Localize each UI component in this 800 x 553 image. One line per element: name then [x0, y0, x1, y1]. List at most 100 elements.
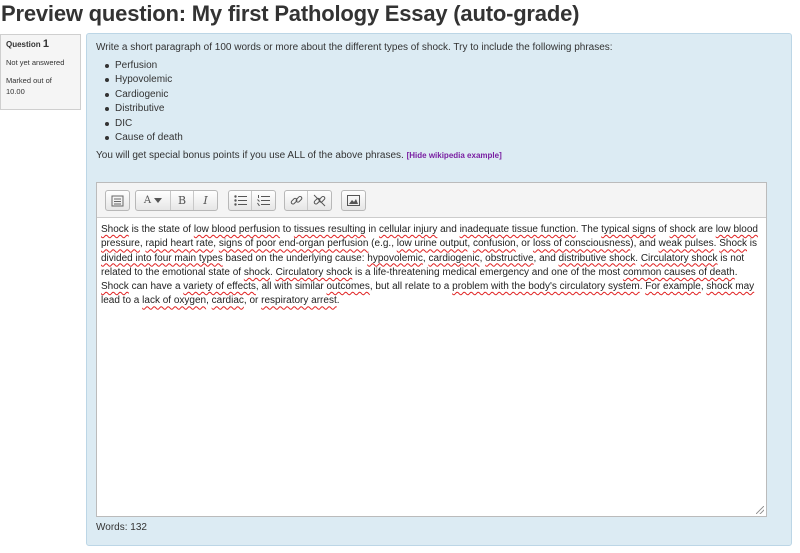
- question-label: Question: [6, 40, 41, 49]
- spellcheck-word: shock: [243, 266, 270, 278]
- phrase-item: Hypovolemic: [105, 73, 783, 87]
- bonus-note: You will get special bonus points if you…: [96, 149, 783, 163]
- image-button[interactable]: [342, 191, 365, 210]
- phrase-item: Cause of death: [105, 131, 783, 145]
- answer-text-area[interactable]: Shock is the state of low blood perfusio…: [97, 218, 766, 314]
- spellcheck-word: weak pulses: [658, 238, 714, 250]
- toolbar-group-toggle: [105, 190, 130, 211]
- spellcheck-word: rapid heart rate: [145, 238, 214, 250]
- resize-handle[interactable]: [756, 506, 764, 514]
- spellcheck-word: problem with the body's circulatory syst…: [452, 281, 640, 293]
- toolbar-group-media: [341, 190, 366, 211]
- answer-text: of: [655, 224, 670, 235]
- spellcheck-word: tissues resulting: [293, 224, 366, 235]
- spellcheck-word: cardiac: [211, 295, 244, 307]
- answer-text: to: [280, 224, 294, 235]
- phrase-item: Distributive: [105, 102, 783, 116]
- answer-text: in: [365, 224, 379, 235]
- spellcheck-word: cardiogenic: [428, 252, 480, 264]
- spellcheck-word: inadequate tissue function: [459, 224, 576, 235]
- bullet-list-button[interactable]: [229, 191, 252, 210]
- answer-text: , or: [515, 238, 533, 250]
- image-icon: [347, 195, 360, 206]
- spellcheck-word: divided into four main types: [101, 252, 223, 264]
- answer-editor[interactable]: A B I Shock is the state of low blood pe…: [96, 182, 767, 517]
- toolbar-group-links: [284, 190, 332, 211]
- spellcheck-word: obstructive: [485, 252, 534, 264]
- answer-text: is the state of: [128, 224, 194, 235]
- answer-text: , or: [243, 295, 262, 307]
- spellcheck-word: Shock: [719, 238, 748, 250]
- phrase-item: Cardiogenic: [105, 88, 783, 102]
- hide-wikipedia-example-link[interactable]: [Hide wikipedia example]: [407, 151, 502, 160]
- spellcheck-word: respiratory arrest: [261, 295, 337, 307]
- answer-text: and: [437, 224, 460, 235]
- max-mark: 10.00: [6, 87, 25, 96]
- link-button[interactable]: [285, 191, 308, 210]
- editor-toolbar: A B I: [97, 183, 766, 218]
- unlink-icon: [313, 194, 326, 207]
- spellcheck-word: distributive shock: [558, 252, 636, 264]
- answer-text: , all with similar: [255, 281, 327, 293]
- chevron-down-icon: [154, 198, 163, 203]
- italic-button[interactable]: I: [194, 191, 217, 210]
- spellcheck-word: Shock: [101, 281, 129, 293]
- spellcheck-word: shock: [669, 224, 696, 235]
- answer-text: is a life-threatening medical emergency …: [352, 266, 623, 278]
- word-count-value: 132: [130, 522, 147, 533]
- marked-out-of-label: Marked out of: [6, 76, 52, 85]
- spellcheck-word: outcomes: [326, 281, 370, 293]
- numbered-list-icon: [257, 195, 270, 206]
- spellcheck-word: shock may: [706, 281, 755, 293]
- answer-text: , but all relate to a: [369, 281, 453, 293]
- toolbar-group-lists: [228, 190, 276, 211]
- bullet-list-icon: [233, 195, 247, 206]
- answer-text: .: [336, 295, 340, 307]
- spellcheck-word: For example: [645, 281, 701, 293]
- answer-text: are: [695, 224, 716, 235]
- question-number-heading: Question 1: [6, 39, 75, 50]
- link-icon: [290, 195, 302, 205]
- answer-text: . The: [575, 224, 602, 235]
- spellcheck-word: low urine output: [396, 238, 468, 250]
- spellcheck-word: signs of poor end-organ perfusion: [218, 238, 369, 250]
- spellcheck-word: variety of effects: [183, 281, 256, 293]
- answer-text: (e.g.,: [368, 238, 397, 250]
- question-info-panel: Question 1 Not yet answered Marked out o…: [0, 34, 81, 110]
- phrase-list: Perfusion Hypovolemic Cardiogenic Distri…: [96, 59, 783, 145]
- spellcheck-word: common causes of death: [622, 266, 735, 278]
- page-title: Preview question: My first Pathology Ess…: [1, 1, 580, 26]
- phrase-item: DIC: [105, 117, 783, 131]
- spellcheck-word: Shock: [101, 224, 129, 235]
- italic-icon: I: [203, 193, 208, 207]
- question-number: 1: [42, 38, 50, 50]
- spellcheck-word: Circulatory shock: [640, 252, 718, 264]
- spellcheck-word: hypovolemic: [367, 252, 423, 264]
- answer-text: is: [747, 238, 758, 250]
- answer-text: ), and: [630, 238, 659, 250]
- answer-text: can have a: [128, 281, 184, 293]
- spellcheck-word: lack of oxygen: [142, 295, 207, 307]
- spellcheck-word: loss of consciousness: [532, 238, 631, 250]
- answer-text: .: [734, 266, 738, 278]
- font-style-icon: A: [143, 194, 152, 206]
- question-content-panel: Write a short paragraph of 100 words or …: [86, 33, 792, 546]
- unlink-button[interactable]: [308, 191, 331, 210]
- spellcheck-word: confusion: [472, 238, 516, 250]
- spellcheck-word: typical signs: [601, 224, 656, 235]
- toolbar-toggle-button[interactable]: [106, 191, 129, 210]
- answer-text: based on the underlying cause:: [222, 252, 368, 264]
- bold-icon: B: [177, 193, 187, 207]
- question-intro: Write a short paragraph of 100 words or …: [96, 42, 613, 53]
- word-count-label: Words:: [96, 522, 128, 533]
- numbered-list-button[interactable]: [252, 191, 275, 210]
- spellcheck-word: low blood perfusion: [193, 224, 281, 235]
- toolbar-group-format: A B I: [135, 190, 218, 211]
- answer-text: lead to a: [101, 295, 143, 307]
- spellcheck-word: cellular injury: [378, 224, 438, 235]
- toolbar-toggle-icon: [111, 195, 124, 206]
- question-state: Not yet answered: [6, 58, 65, 67]
- bold-button[interactable]: B: [171, 191, 194, 210]
- word-count: Words: 132: [96, 521, 147, 535]
- font-style-button[interactable]: A: [136, 191, 171, 210]
